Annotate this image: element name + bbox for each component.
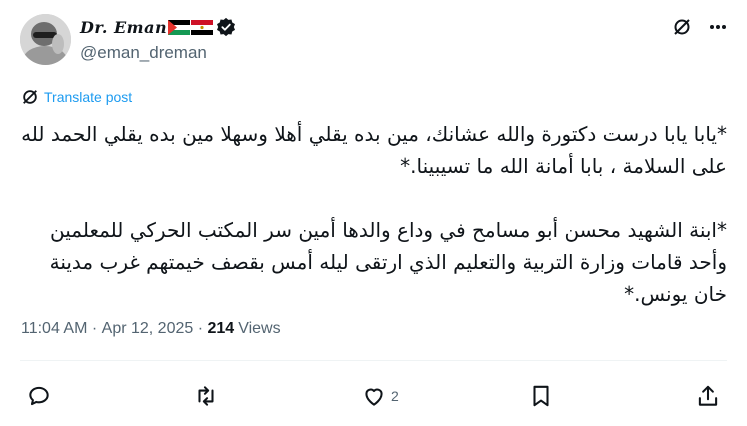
post-date[interactable]: Apr 12, 2025 — [102, 320, 194, 338]
palestine-flag-icon — [168, 19, 191, 35]
heart-icon — [365, 388, 383, 406]
post-paragraph: *يابا يابا درست دكتورة والله عشانك، مين … — [21, 122, 727, 178]
views-count[interactable]: 214 — [207, 320, 234, 338]
repost-button[interactable] — [193, 383, 219, 409]
share-button[interactable] — [695, 383, 721, 409]
author-handle[interactable]: @eman_dreman — [80, 43, 207, 63]
views-label: Views — [238, 320, 281, 337]
action-bar: 2 — [0, 383, 747, 409]
verified-badge-icon — [217, 17, 236, 37]
translate-post-link[interactable]: Translate post — [21, 88, 132, 106]
meta-separator: · — [87, 320, 102, 337]
translate-icon — [23, 90, 37, 104]
more-icon[interactable] — [707, 16, 729, 38]
like-count: 2 — [391, 388, 399, 404]
bookmark-icon — [533, 385, 549, 407]
header-actions — [671, 16, 729, 38]
author-display-name[interactable]: Dr. Eman — [80, 18, 167, 37]
repost-icon — [198, 386, 214, 406]
post-text: *يابا يابا درست دكتورة والله عشانك، مين … — [21, 118, 727, 310]
bookmark-button[interactable] — [528, 383, 554, 409]
translate-post-label[interactable]: Translate post — [44, 89, 132, 105]
meta-separator: · — [193, 320, 208, 337]
divider — [20, 360, 727, 361]
post-time[interactable]: 11:04 AM — [21, 320, 87, 338]
share-icon — [698, 385, 718, 406]
author-name-row[interactable]: Dr. Eman — [80, 16, 236, 38]
post-paragraph: *ابنة الشهيد محسن أبو مسامح في وداع والد… — [49, 218, 727, 306]
like-button[interactable]: 2 — [361, 383, 399, 409]
grok-icon[interactable] — [671, 16, 693, 38]
reply-icon — [29, 386, 49, 406]
reply-button[interactable] — [26, 383, 52, 409]
egypt-flag-icon — [191, 19, 214, 35]
avatar[interactable] — [20, 14, 71, 65]
post-meta: 11:04 AM · Apr 12, 2025 · 214 Views — [21, 320, 281, 338]
